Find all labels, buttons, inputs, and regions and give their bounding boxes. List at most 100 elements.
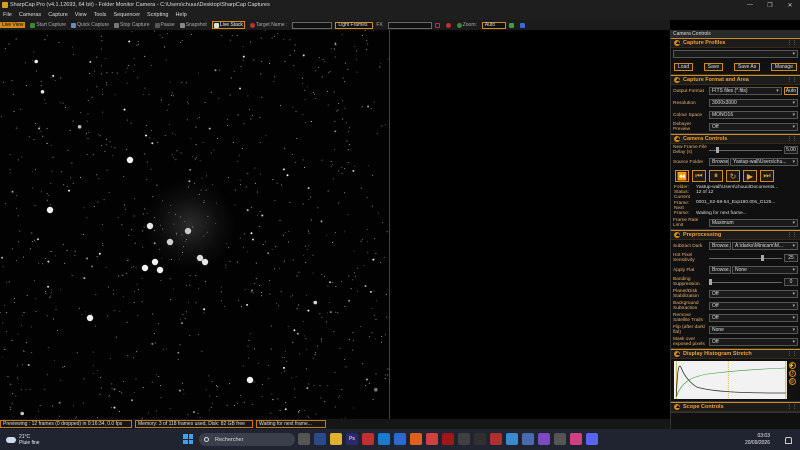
frame-delay-slider[interactable]	[709, 146, 782, 154]
quick-capture-button[interactable]: Quick Capture	[71, 22, 109, 28]
discord-icon[interactable]	[586, 433, 598, 445]
store-icon[interactable]	[394, 433, 406, 445]
app-purple-icon[interactable]	[538, 433, 550, 445]
image-viewport[interactable]	[0, 30, 389, 419]
pause-playback-icon[interactable]: ⏸	[709, 170, 723, 182]
app-red2-icon[interactable]	[442, 433, 454, 445]
rewind-icon[interactable]: ⏪	[675, 170, 689, 182]
menu-file[interactable]: File	[3, 12, 12, 18]
flip-select[interactable]: None	[709, 326, 798, 335]
camera-controls-header[interactable]: Camera Controls ⋮⋮	[671, 134, 800, 144]
frame-rate-select[interactable]: Maximum	[709, 219, 798, 228]
background-subtraction-select[interactable]: Off	[709, 302, 798, 311]
save-profile-button[interactable]: Save	[703, 63, 724, 71]
start-capture-button[interactable]: Start Capture	[30, 22, 66, 28]
menu-view[interactable]: View	[75, 12, 87, 18]
resolution-select[interactable]: 3000x3000	[709, 99, 798, 107]
menu-capture[interactable]: Capture	[48, 12, 68, 18]
frame-type-select[interactable]: Light Frames	[335, 21, 374, 29]
app-pink-icon[interactable]	[426, 433, 438, 445]
save-as-profile-button[interactable]: Save As	[733, 63, 761, 71]
maximize-button[interactable]: ❐	[760, 2, 780, 9]
frame-delay-label: New Frame File Delay (s)	[673, 145, 707, 155]
browse-flat-button[interactable]: Browse...	[709, 266, 731, 275]
skip-back-icon[interactable]: ⏮	[692, 170, 706, 182]
refresh-icon[interactable]: ↻	[726, 170, 740, 182]
source-folder-select[interactable]: Yastup-wall\Users\chu...	[730, 158, 798, 166]
profile-select[interactable]	[673, 50, 798, 58]
app-blue-icon[interactable]	[522, 433, 534, 445]
menu-help[interactable]: Help	[175, 12, 186, 18]
chrome-icon[interactable]	[506, 433, 518, 445]
menu-sequencer[interactable]: Sequencer	[113, 12, 140, 18]
histogram-tool-button[interactable]	[508, 22, 515, 28]
hot-pixel-value[interactable]: 25	[784, 254, 798, 263]
fx-select[interactable]	[387, 21, 432, 29]
scope-controls-header[interactable]: Scope Controls ⋮⋮	[671, 402, 800, 413]
taskbar-clock[interactable]: 03:03 20/09/2026	[745, 433, 770, 446]
pause-button[interactable]: Pause	[154, 22, 175, 28]
start-button[interactable]	[183, 434, 193, 444]
app-pink2-icon[interactable]	[570, 433, 582, 445]
photoshop-icon[interactable]: Ps	[346, 433, 358, 445]
menu-cameras[interactable]: Cameras	[19, 12, 41, 18]
frame-delay-value[interactable]: 5.00	[784, 146, 798, 154]
manage-profile-button[interactable]: Manage	[770, 63, 797, 71]
stop-capture-button[interactable]: Stop Capture	[114, 22, 150, 28]
menu-scripting[interactable]: Scripting	[147, 12, 168, 18]
capture-format-header[interactable]: Capture Format and Area ⋮⋮	[671, 75, 800, 85]
weather-widget[interactable]: 21°C Pluie fine	[0, 434, 60, 446]
auto-stretch-icon[interactable]: ⚡	[788, 362, 796, 370]
zoom-select[interactable]: Auto	[481, 21, 506, 29]
satellite-trails-select[interactable]: Off	[709, 314, 798, 323]
reset-icon[interactable]: ↺	[788, 370, 796, 378]
widgets-icon[interactable]	[314, 433, 326, 445]
load-profile-button[interactable]: Load	[674, 63, 694, 71]
settings-icon[interactable]: ⚙	[788, 378, 796, 386]
subtract-dark-select[interactable]: A:\darks\Minicam\M...	[732, 242, 798, 251]
collapse-icon	[674, 232, 680, 239]
pause-label: Pause	[160, 22, 175, 28]
overlay-button[interactable]	[445, 22, 452, 28]
live-stack-label: Live Stack	[219, 22, 243, 28]
app-red-icon[interactable]	[362, 433, 374, 445]
camera-controls-panel: Camera Controls Capture Profiles ⋮⋮ Load …	[670, 30, 800, 429]
snapshot-button[interactable]: Snapshot	[179, 22, 207, 28]
notification-icon[interactable]	[785, 437, 792, 444]
firefox-icon[interactable]	[410, 433, 422, 445]
debayer-select[interactable]: Off	[709, 123, 798, 131]
app-gray-icon[interactable]	[458, 433, 470, 445]
task-view-icon[interactable]	[298, 433, 310, 445]
auto-button[interactable]: Auto	[783, 87, 798, 95]
focus-tool-button[interactable]	[519, 22, 526, 28]
sharpcap-icon[interactable]	[554, 433, 566, 445]
live-stack-button[interactable]: Live Stack	[211, 21, 245, 29]
banding-slider[interactable]	[709, 278, 782, 286]
file-explorer-icon[interactable]	[330, 433, 342, 445]
preprocessing-header[interactable]: Preprocessing ⋮⋮	[671, 230, 800, 241]
minimize-button[interactable]: —	[740, 2, 760, 9]
reticle-button[interactable]	[434, 22, 441, 28]
histogram-display[interactable]: ⚡ ↺ ⚙	[674, 361, 797, 400]
apply-flat-select[interactable]: None	[732, 266, 798, 275]
app-red3-icon[interactable]	[490, 433, 502, 445]
edge-icon[interactable]	[378, 433, 390, 445]
banding-value[interactable]: 0	[784, 278, 798, 287]
stabilization-select[interactable]: Off	[709, 290, 798, 299]
close-button[interactable]: ✕	[780, 2, 800, 9]
play-icon[interactable]: ▶	[743, 170, 757, 182]
taskbar-search[interactable]: Rechercher	[199, 433, 295, 446]
mask-select[interactable]: Off	[709, 338, 798, 347]
capture-profiles-header[interactable]: Capture Profiles ⋮⋮	[671, 38, 800, 48]
menu-tools[interactable]: Tools	[94, 12, 107, 18]
output-format-select[interactable]: FITS files (*.fits)	[709, 87, 782, 95]
target-name-input[interactable]	[292, 21, 333, 29]
browse-dark-button[interactable]: Browse...	[709, 242, 731, 251]
browse-folder-button[interactable]: Browse...	[709, 158, 729, 166]
media-player-icon[interactable]	[474, 433, 486, 445]
colour-space-select[interactable]: MONO16	[709, 111, 798, 119]
histogram-header[interactable]: Display Histogram Stretch ⋮⋮	[671, 349, 800, 360]
live-view-button[interactable]: Live View	[0, 22, 26, 28]
skip-forward-icon[interactable]: ⏭	[760, 170, 774, 182]
hot-pixel-slider[interactable]	[709, 254, 782, 262]
